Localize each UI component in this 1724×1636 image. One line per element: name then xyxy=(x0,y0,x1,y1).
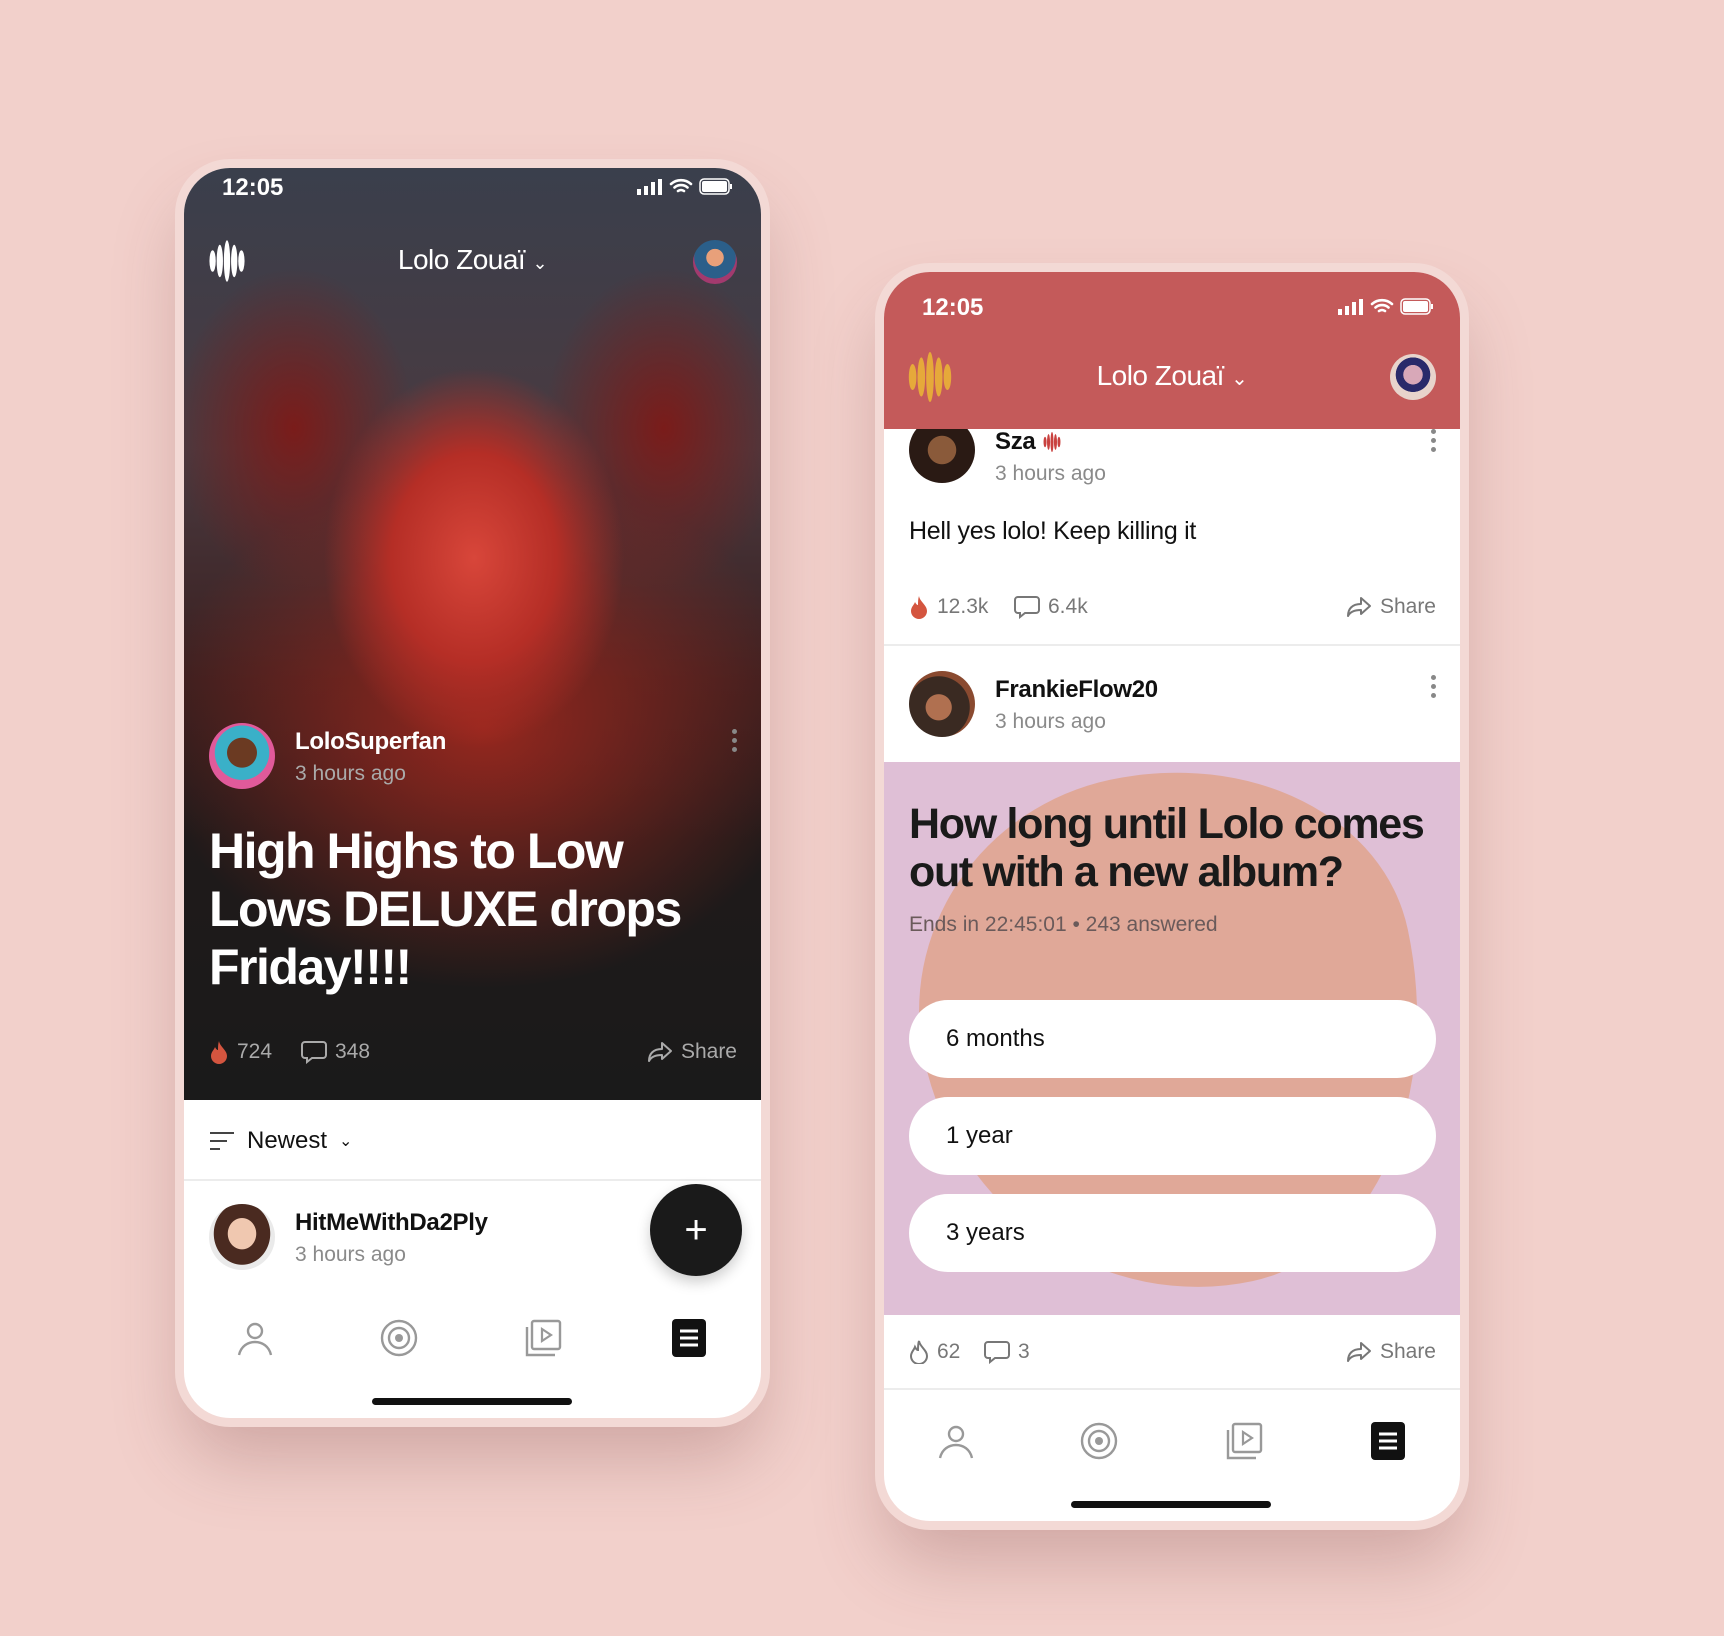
post-author-avatar[interactable] xyxy=(209,723,275,789)
share-label: Share xyxy=(1379,1340,1436,1363)
artist-selector[interactable]: Lolo Zouaï ⌄ xyxy=(184,244,761,276)
status-icons xyxy=(637,178,733,195)
post-text: Hell yes lolo! Keep killing it xyxy=(909,517,1196,545)
comment-count: 3 xyxy=(1018,1340,1030,1363)
more-options-icon[interactable] xyxy=(1431,675,1437,698)
chevron-down-icon: ⌄ xyxy=(532,253,548,273)
poll-question: How long until Lolo comes out with a new… xyxy=(909,800,1425,896)
left-phone: 12:05 Lolo Zouaï ⌄ LoloSuperfan 3 hours … xyxy=(184,168,761,1418)
share-icon xyxy=(1346,596,1372,618)
chevron-down-icon: ⌄ xyxy=(1231,368,1248,390)
ends-time: 22:45:01 xyxy=(984,913,1067,936)
post-time: 3 hours ago xyxy=(295,762,406,785)
ends-label: Ends in xyxy=(909,913,980,936)
sort-dropdown[interactable]: Newest ⌄ xyxy=(209,1127,352,1155)
comment-icon xyxy=(984,1340,1010,1364)
author-name: Sza xyxy=(995,428,1036,455)
wifi-icon xyxy=(1370,298,1394,313)
plus-icon: + xyxy=(684,1207,708,1252)
more-options-icon[interactable] xyxy=(732,729,738,752)
like-button[interactable]: 62 xyxy=(909,1340,960,1364)
compose-button[interactable]: + xyxy=(650,1184,742,1276)
artist-name: Lolo Zouaï xyxy=(1096,360,1225,391)
status-time: 12:05 xyxy=(922,294,984,321)
headline-line: Friday!!!! xyxy=(209,939,412,995)
answered-count: 243 answered xyxy=(1085,913,1218,936)
post-headline[interactable]: High Highs to Low Lows DELUXE drops Frid… xyxy=(209,822,682,996)
fire-icon xyxy=(209,1040,229,1064)
target-icon[interactable] xyxy=(379,1318,419,1358)
post-author-name[interactable]: LoloSuperfan xyxy=(295,728,446,756)
wifi-icon xyxy=(669,178,693,193)
video-icon[interactable] xyxy=(1224,1421,1264,1461)
chevron-down-icon: ⌄ xyxy=(339,1133,353,1150)
comment-count: 6.4k xyxy=(1048,595,1088,618)
feed-icon[interactable] xyxy=(669,1318,709,1358)
home-indicator xyxy=(1071,1501,1271,1508)
post-time: 3 hours ago xyxy=(995,462,1106,485)
poll-meta: Ends in 22:45:01 • 243 answered xyxy=(909,913,1218,936)
post-author-avatar[interactable] xyxy=(909,671,975,737)
comment-button[interactable]: 6.4k xyxy=(1014,595,1088,619)
artist-selector[interactable]: Lolo Zouaï ⌄ xyxy=(884,360,1460,392)
battery-icon xyxy=(699,178,732,195)
comment-icon xyxy=(301,1040,327,1064)
sort-icon xyxy=(210,1132,234,1150)
comment-time: 3 hours ago xyxy=(295,1243,406,1266)
verified-artist-icon xyxy=(1043,432,1061,452)
poll-card: How long until Lolo comes out with a new… xyxy=(884,762,1460,1315)
feed-icon[interactable] xyxy=(1368,1421,1408,1461)
artist-name: Lolo Zouaï xyxy=(397,244,526,275)
comment-author-avatar[interactable] xyxy=(209,1204,275,1270)
home-indicator xyxy=(372,1398,572,1405)
divider xyxy=(884,644,1460,646)
like-count: 12.3k xyxy=(937,595,989,618)
battery-icon xyxy=(1400,298,1433,315)
headline-line: High Highs to Low xyxy=(209,823,624,879)
share-icon xyxy=(647,1041,673,1063)
share-label: Share xyxy=(680,1040,737,1063)
more-options-icon[interactable] xyxy=(1431,429,1437,452)
target-icon[interactable] xyxy=(1079,1421,1119,1461)
share-button[interactable]: Share xyxy=(1346,595,1436,619)
like-count: 62 xyxy=(937,1340,961,1363)
fire-outline-icon xyxy=(909,1340,929,1364)
comment-button[interactable]: 348 xyxy=(301,1040,370,1064)
comment-button[interactable]: 3 xyxy=(984,1340,1030,1364)
poll-option[interactable]: 1 year xyxy=(909,1097,1436,1175)
share-button[interactable]: Share xyxy=(647,1040,737,1064)
post-time: 3 hours ago xyxy=(995,710,1106,733)
user-avatar[interactable] xyxy=(693,240,737,284)
share-label: Share xyxy=(1379,595,1436,618)
comment-author-name[interactable]: HitMeWithDa2Ply xyxy=(295,1209,488,1237)
status-time: 12:05 xyxy=(222,174,284,201)
signal-icon xyxy=(1338,298,1363,315)
share-icon xyxy=(1346,1341,1372,1363)
signal-icon xyxy=(637,178,662,195)
sort-label: Newest xyxy=(247,1127,328,1154)
like-button[interactable]: 12.3k xyxy=(909,595,988,619)
comment-icon xyxy=(1014,595,1040,619)
headline-line: Lows DELUXE drops xyxy=(209,881,682,937)
post-author-name[interactable]: FrankieFlow20 xyxy=(995,676,1158,704)
fire-icon xyxy=(909,595,929,619)
like-count: 724 xyxy=(237,1040,273,1063)
question-line: out with a new album? xyxy=(909,848,1344,896)
profile-icon[interactable] xyxy=(235,1318,275,1358)
divider xyxy=(884,1388,1460,1390)
status-icons xyxy=(1338,298,1434,315)
profile-icon[interactable] xyxy=(936,1421,976,1461)
user-avatar[interactable] xyxy=(1390,354,1436,400)
like-button[interactable]: 724 xyxy=(209,1040,272,1064)
question-line: How long until Lolo comes xyxy=(909,800,1425,848)
poll-option[interactable]: 6 months xyxy=(909,1000,1436,1078)
right-phone: 12:05 Lolo Zouaï ⌄ Sza 3 hours ago Hell … xyxy=(884,272,1460,1521)
video-icon[interactable] xyxy=(523,1318,563,1358)
poll-option[interactable]: 3 years xyxy=(909,1194,1436,1272)
divider xyxy=(184,1179,761,1181)
post-author-name[interactable]: Sza xyxy=(995,428,1061,456)
comment-count: 348 xyxy=(335,1040,371,1063)
share-button[interactable]: Share xyxy=(1346,1340,1436,1364)
